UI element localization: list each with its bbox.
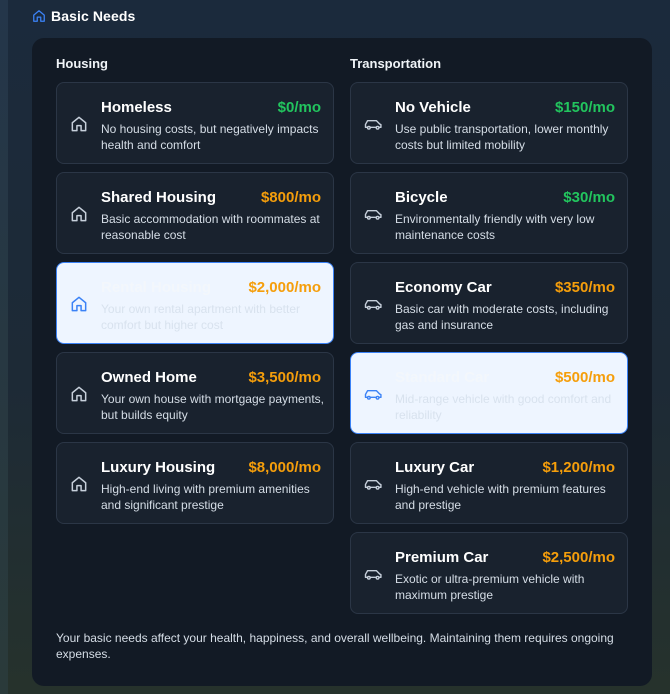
transport-option-standard-car[interactable]: Standard Car $500/mo Mid-range vehicle w…	[350, 352, 628, 434]
option-title: No Vehicle	[395, 99, 471, 116]
transport-option-luxury-car[interactable]: Luxury Car $1,200/mo High-end vehicle wi…	[350, 442, 628, 524]
option-price: $150/mo	[554, 99, 615, 116]
transport-option-bicycle[interactable]: Bicycle $30/mo Environmentally friendly …	[350, 172, 628, 254]
transport-option-no-vehicle[interactable]: No Vehicle $150/mo Use public transporta…	[350, 82, 628, 164]
option-description: Your own rental apartment with better co…	[101, 302, 301, 332]
window-edge	[0, 0, 8, 694]
housing-option-shared-housing[interactable]: Shared Housing $800/mo Basic accommodati…	[56, 172, 334, 254]
option-description: Your own house with mortgage payments, b…	[101, 392, 325, 422]
transport-option-economy-car[interactable]: Economy Car $350/mo Basic car with moder…	[350, 262, 628, 344]
car-icon	[364, 389, 382, 400]
home-icon	[71, 476, 87, 492]
option-title: Luxury Car	[395, 459, 475, 476]
option-title: Luxury Housing	[101, 459, 216, 476]
housing-heading: Housing	[56, 56, 108, 71]
home-icon	[71, 116, 87, 132]
option-price: $0/mo	[277, 99, 321, 116]
option-title: Owned Home	[101, 369, 197, 386]
option-title: Homeless	[101, 99, 172, 116]
option-title: Bicycle	[395, 189, 448, 206]
section-header: Basic Needs	[32, 6, 135, 26]
option-price: $2,500/mo	[542, 549, 615, 566]
transport-option-premium-car[interactable]: Premium Car $2,500/mo Exotic or ultra-pr…	[350, 532, 628, 614]
option-price: $800/mo	[260, 189, 321, 206]
basic-needs-panel: Housing Transportation Homeless $0/mo No…	[32, 38, 652, 686]
car-icon	[364, 119, 382, 130]
option-price: $3,500/mo	[248, 369, 321, 386]
option-title: Standard Car	[395, 369, 490, 386]
option-description: Basic accommodation with roommates at re…	[101, 212, 320, 242]
car-icon	[364, 479, 382, 490]
option-title: Economy Car	[395, 279, 492, 296]
option-description: Use public transportation, lower monthly…	[395, 122, 609, 152]
home-icon	[33, 10, 45, 22]
home-icon	[71, 386, 87, 402]
footer-note: Your basic needs affect your health, hap…	[56, 631, 614, 661]
option-price: $1,200/mo	[542, 459, 615, 476]
housing-option-rental-housing[interactable]: Rental Housing $2,000/mo Your own rental…	[56, 262, 334, 344]
option-description: Mid-range vehicle with good comfort and …	[395, 392, 612, 422]
option-description: Basic car with moderate costs, including…	[395, 302, 609, 332]
car-icon	[364, 209, 382, 220]
car-icon	[364, 569, 382, 580]
car-icon	[364, 299, 382, 310]
option-price: $500/mo	[554, 369, 615, 386]
option-price: $30/mo	[563, 189, 615, 206]
option-price: $2,000/mo	[248, 279, 321, 296]
option-title: Shared Housing	[101, 189, 217, 206]
option-description: Exotic or ultra-premium vehicle with max…	[395, 572, 585, 602]
home-icon	[71, 206, 87, 222]
home-icon	[71, 296, 87, 312]
section-title: Basic Needs	[51, 8, 136, 24]
option-description: Environmentally friendly with very low m…	[395, 212, 595, 242]
option-title: Rental Housing	[101, 279, 212, 296]
housing-option-homeless[interactable]: Homeless $0/mo No housing costs, but neg…	[56, 82, 334, 164]
option-description: No housing costs, but negatively impacts…	[101, 122, 319, 152]
housing-option-owned-home[interactable]: Owned Home $3,500/mo Your own house with…	[56, 352, 334, 434]
option-description: High-end living with premium amenities a…	[101, 482, 310, 512]
transportation-heading: Transportation	[350, 56, 442, 71]
option-description: High-end vehicle with premium features a…	[395, 482, 606, 512]
option-title: Premium Car	[395, 549, 489, 566]
housing-option-luxury-housing[interactable]: Luxury Housing $8,000/mo High-end living…	[56, 442, 334, 524]
option-price: $350/mo	[554, 279, 615, 296]
option-price: $8,000/mo	[248, 459, 321, 476]
